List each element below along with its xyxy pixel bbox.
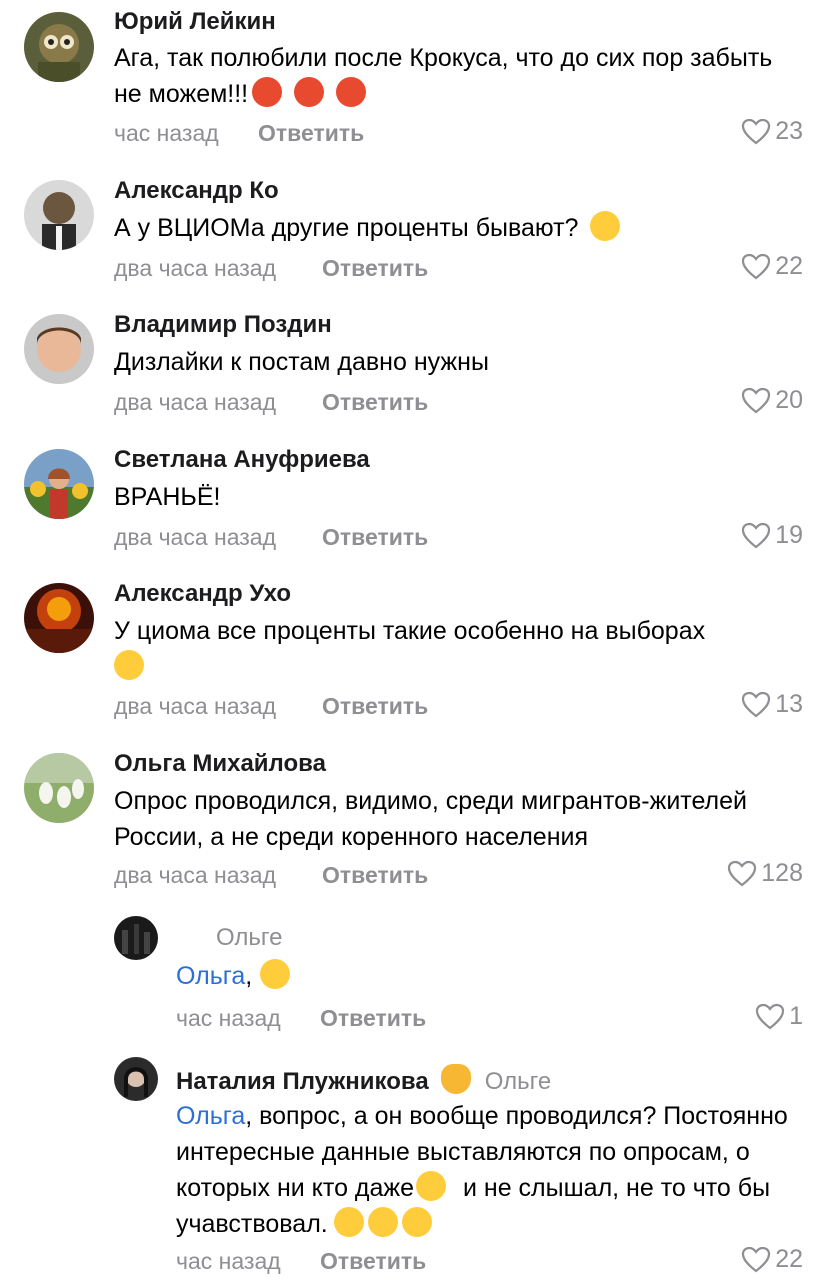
mention-link[interactable]: Ольга <box>176 962 245 990</box>
cat-face-icon <box>440 1064 471 1094</box>
like-count: 20 <box>775 386 803 414</box>
heart-outline-icon <box>742 691 771 718</box>
comment-text: У циома все проценты такие особенно на в… <box>114 613 804 685</box>
comment-author[interactable]: Владимир Поздин <box>114 311 332 339</box>
like-count: 22 <box>775 252 803 280</box>
mention-link[interactable]: Ольга <box>176 1102 245 1130</box>
heart-outline-icon <box>728 860 757 887</box>
comment-author[interactable]: Светлана Ануфриева <box>114 446 370 474</box>
reply-button[interactable]: Ответить <box>258 120 364 147</box>
like-button[interactable]: 20 <box>741 386 803 415</box>
like-button[interactable]: 22 <box>741 252 803 281</box>
lying-face-icon <box>333 1207 364 1237</box>
comment-time: час назад <box>176 1005 281 1031</box>
avatar[interactable] <box>114 916 158 960</box>
avatar[interactable] <box>24 583 94 653</box>
like-count: 23 <box>775 117 803 145</box>
like-button[interactable]: 128 <box>727 859 803 888</box>
heart-outline-icon <box>755 1003 785 1030</box>
reply-button[interactable]: Ответить <box>322 255 428 282</box>
reply-button[interactable]: Ответить <box>320 1005 426 1032</box>
angry-face-icon <box>252 77 283 107</box>
like-button[interactable]: 22 <box>741 1245 803 1274</box>
comment-text: Дизлайки к постам давно нужны <box>114 348 489 376</box>
angry-face-icon <box>294 77 325 107</box>
heart-outline-icon <box>742 118 771 145</box>
avatar[interactable] <box>24 180 94 250</box>
reply-button[interactable]: Ответить <box>322 389 428 416</box>
comment-time: два часа назад <box>114 693 277 719</box>
shushing-face-icon <box>401 1207 432 1237</box>
like-button[interactable]: 19 <box>741 521 803 550</box>
like-count: 1 <box>789 1002 803 1030</box>
comment-author[interactable]: Александр Ухо <box>114 580 291 608</box>
heart-outline-icon <box>742 1246 771 1273</box>
angry-face-icon <box>336 77 367 107</box>
comment-time: два часа назад <box>114 389 277 415</box>
comment-time: час назад <box>176 1248 281 1274</box>
lying-face-icon <box>367 1207 398 1237</box>
heart-outline-icon <box>742 253 771 280</box>
reply-button[interactable]: Ответить <box>322 693 428 720</box>
tears-of-joy-icon <box>114 650 144 680</box>
comment-text: Ольга, <box>176 958 796 994</box>
reply-button[interactable]: Ответить <box>322 524 428 551</box>
avatar[interactable] <box>24 314 94 384</box>
avatar[interactable] <box>24 753 94 823</box>
reply-button[interactable]: Ответить <box>322 862 428 889</box>
tears-of-joy-icon <box>260 959 291 989</box>
avatar[interactable] <box>114 1057 158 1101</box>
like-count: 128 <box>761 859 803 887</box>
comment-time: два часа назад <box>114 524 277 550</box>
comment-text: Опрос проводился, видимо, среди мигранто… <box>114 787 747 851</box>
like-button[interactable]: 23 <box>741 117 803 146</box>
comment-author[interactable]: Юрий Лейкин <box>114 8 276 36</box>
comment-author: Наталия Плужникова Ольге <box>176 1064 551 1096</box>
reply-to-label[interactable]: Ольге <box>485 1068 551 1095</box>
like-count: 19 <box>775 521 803 549</box>
reply-button[interactable]: Ответить <box>320 1248 426 1275</box>
reply-to-label[interactable]: Ольге <box>216 924 282 952</box>
comment-author[interactable]: Ольга Михайлова <box>114 750 326 778</box>
avatar[interactable] <box>24 12 94 82</box>
comment-time: два часа назад <box>114 862 277 888</box>
heart-outline-icon <box>742 387 771 414</box>
comment-time: два часа назад <box>114 255 277 281</box>
comment-text: ВРАНЬЁ! <box>114 483 221 511</box>
comment-text: А у ВЦИОМа другие проценты бывают? <box>114 210 804 246</box>
lying-face-icon <box>416 1171 447 1201</box>
comment-text: Ага, так полюбили после Крокуса, что до … <box>114 44 773 108</box>
avatar[interactable] <box>24 449 94 519</box>
comment-author[interactable]: Александр Ко <box>114 177 279 205</box>
like-button[interactable]: 13 <box>741 690 803 719</box>
like-button[interactable]: 1 <box>755 1002 803 1031</box>
heart-outline-icon <box>742 522 771 549</box>
comment-text: Ольга, вопрос, а он вообще проводился? П… <box>176 1102 788 1238</box>
like-count: 13 <box>775 690 803 718</box>
like-count: 22 <box>775 1245 803 1273</box>
grinning-face-icon <box>590 211 621 241</box>
comment-time: час назад <box>114 120 219 146</box>
